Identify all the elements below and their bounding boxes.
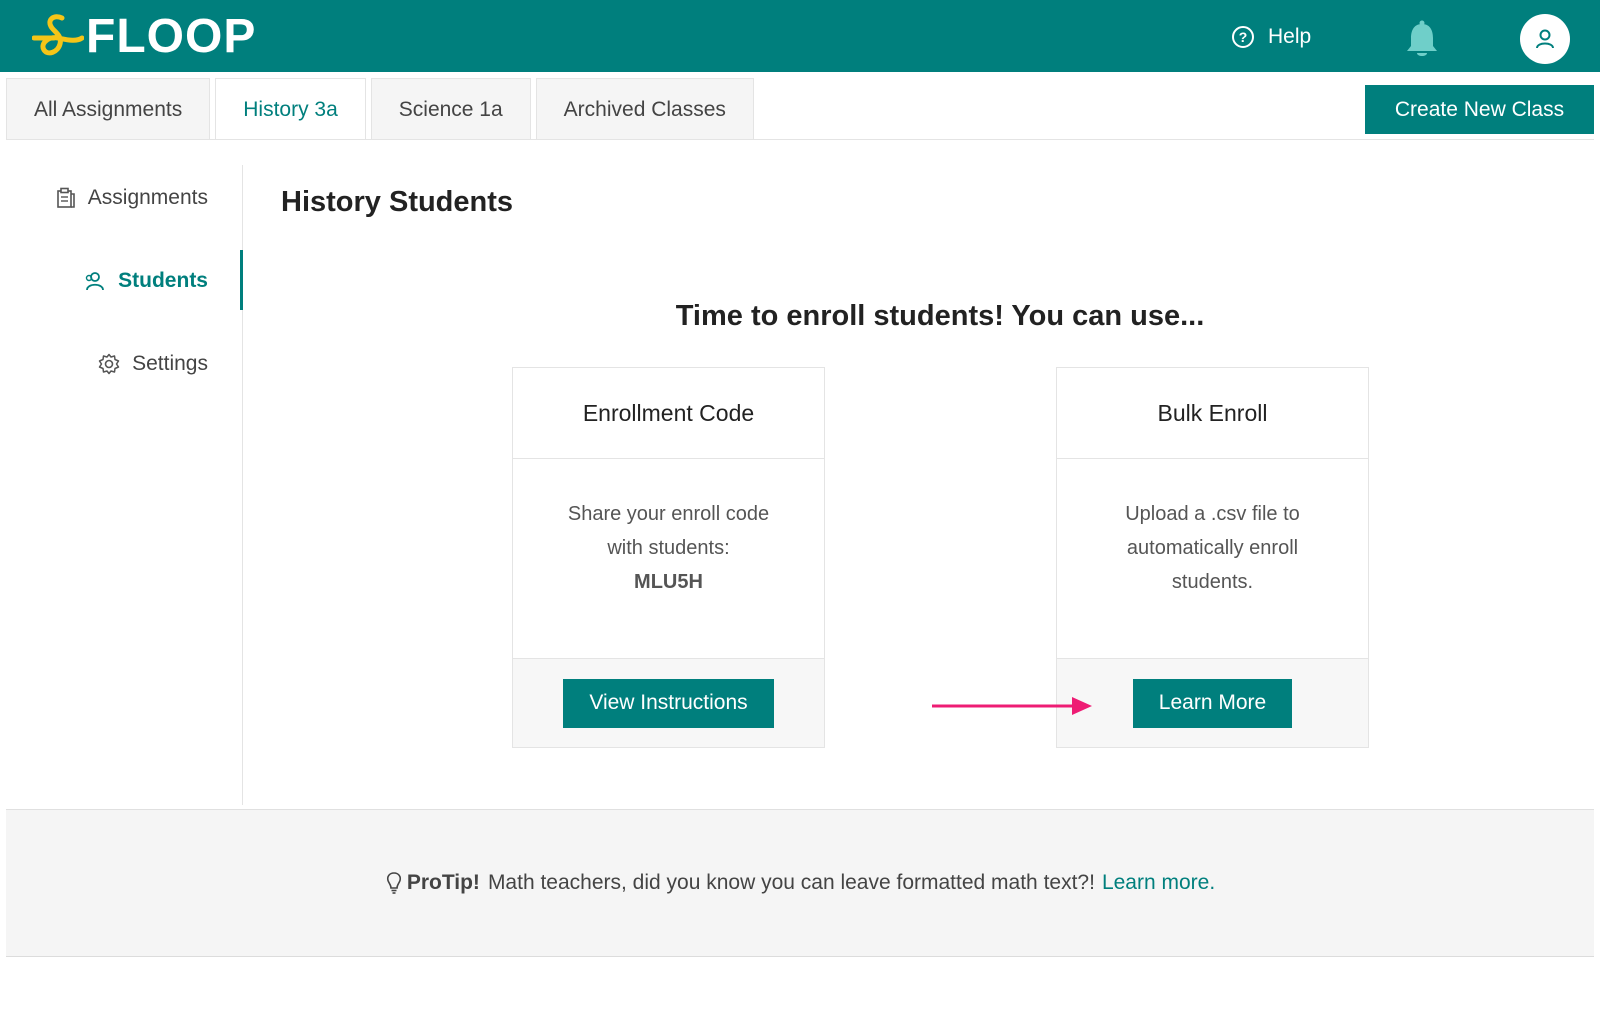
notifications-button[interactable] [1405, 20, 1439, 63]
card-title: Enrollment Code [513, 368, 824, 459]
view-instructions-button[interactable]: View Instructions [563, 678, 774, 728]
sidebar-item-settings[interactable]: Settings [98, 349, 208, 379]
tab-science-1a[interactable]: Science 1a [370, 78, 531, 140]
tab-all-assignments[interactable]: All Assignments [6, 78, 211, 140]
card-title: Bulk Enroll [1057, 368, 1368, 459]
sidebar-item-label: Students [118, 269, 208, 292]
enroll-heading: Time to enroll students! You can use... [675, 300, 1205, 332]
floop-logo-mark-icon [32, 14, 84, 56]
card-text-line: students. [1171, 571, 1254, 593]
tabs-divider [6, 139, 1594, 140]
card-footer: Learn More [1057, 658, 1368, 747]
bulk-enroll-card: Bulk Enroll Upload a .csv file to automa… [1056, 367, 1369, 748]
sidebar-item-label: Assignments [87, 186, 208, 209]
card-text-line: automatically enroll [1126, 537, 1299, 559]
protip-banner: ProTip! Math teachers, did you know you … [6, 809, 1594, 957]
clipboard-icon [56, 187, 76, 209]
help-link[interactable]: ? Help [1232, 22, 1311, 52]
logo-text: FLOOP [86, 10, 257, 63]
lightbulb-icon [385, 871, 403, 895]
create-new-class-button[interactable]: Create New Class [1365, 85, 1594, 134]
card-text-line: Upload a .csv file to [1125, 503, 1300, 525]
user-icon [1536, 29, 1554, 49]
protip-text: Math teachers, did you know you can leav… [487, 871, 1095, 894]
protip-learn-more-link[interactable]: Learn more. [1102, 871, 1215, 895]
card-footer: View Instructions [513, 658, 824, 747]
protip-label: ProTip! [406, 871, 480, 894]
sidebar-active-indicator [240, 250, 243, 310]
help-circle-icon: ? [1232, 26, 1254, 48]
card-text-line: with students: [607, 537, 730, 559]
tab-history-3a[interactable]: History 3a [215, 78, 366, 140]
bell-icon [1407, 20, 1437, 56]
users-icon [84, 270, 106, 292]
help-label: Help [1268, 25, 1312, 48]
class-tabs: All Assignments History 3a Science 1a Ar… [6, 78, 759, 140]
enrollment-code-card: Enrollment Code Share your enroll code w… [512, 367, 825, 748]
pointer-arrow-icon [932, 697, 1092, 715]
gear-icon [98, 353, 120, 375]
card-body: Share your enroll code with students: ML… [513, 459, 824, 658]
learn-more-button[interactable]: Learn More [1132, 678, 1293, 728]
sidebar-item-students[interactable]: Students [84, 266, 208, 296]
floop-logo[interactable]: FLOOP [32, 12, 256, 62]
tab-archived-classes[interactable]: Archived Classes [535, 78, 754, 140]
page-title: History Students [281, 186, 514, 218]
sidebar-item-assignments[interactable]: Assignments [56, 183, 208, 213]
top-navigation-bar: FLOOP ? Help [0, 0, 1600, 72]
enroll-code: MLU5H [634, 571, 703, 593]
user-avatar-button[interactable] [1520, 14, 1570, 64]
sidebar-item-label: Settings [132, 352, 208, 375]
card-text-line: Share your enroll code [567, 503, 770, 525]
card-body: Upload a .csv file to automatically enro… [1057, 459, 1368, 658]
